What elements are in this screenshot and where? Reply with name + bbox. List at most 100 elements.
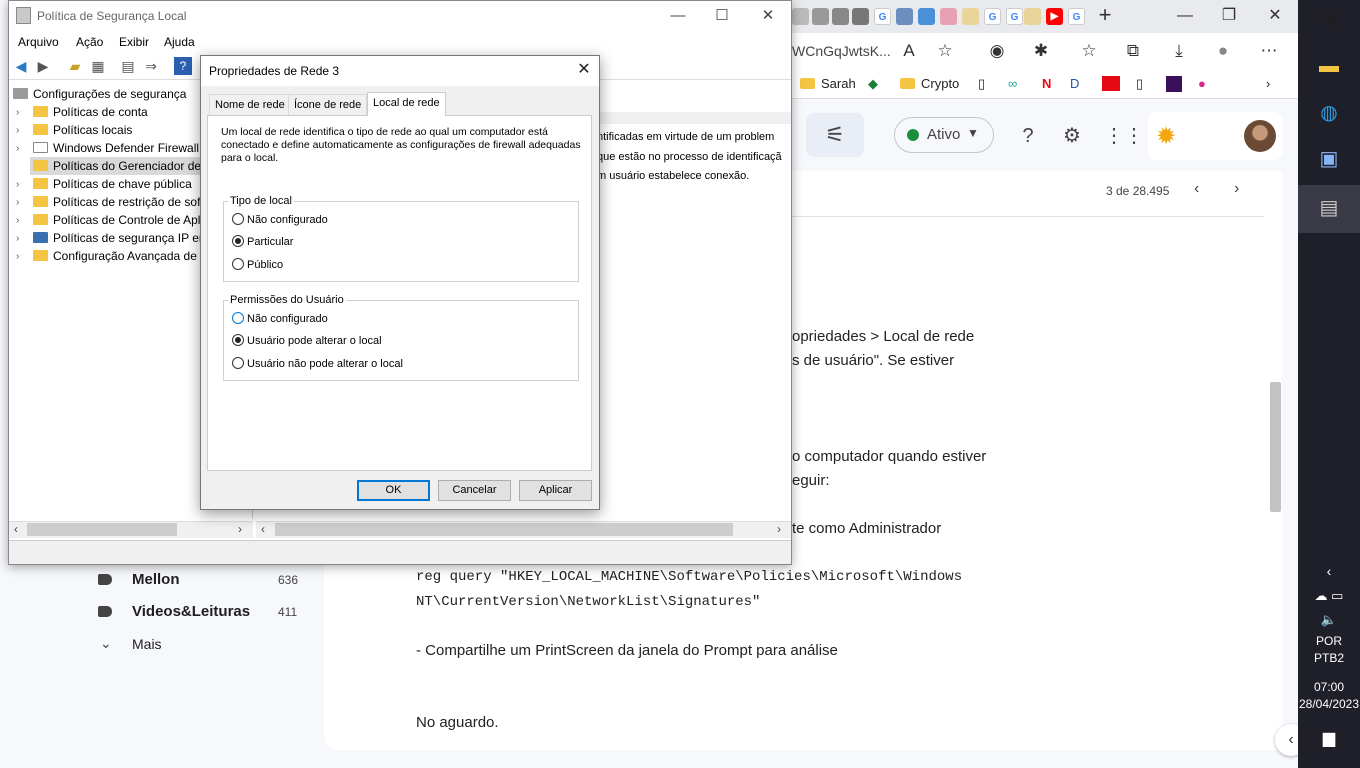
netflix-icon[interactable]: N: [1042, 76, 1051, 91]
tab-favicon-icon[interactable]: [896, 8, 913, 25]
help-icon[interactable]: ?: [174, 57, 192, 75]
radio-perm-nao-configurado[interactable]: Não configurado: [232, 312, 328, 328]
scroll-right-icon[interactable]: ›: [777, 522, 781, 536]
search-filters-button[interactable]: ⚟: [806, 113, 864, 157]
tab-favicon-icon[interactable]: [792, 8, 809, 25]
more-labels-link[interactable]: Mais: [132, 636, 162, 652]
tab-icone-de-rede[interactable]: Ícone de rede: [288, 94, 368, 115]
radio-button-selected[interactable]: [232, 334, 244, 346]
scrollbar-thumb[interactable]: [275, 523, 733, 536]
profile-icon[interactable]: ●: [1212, 40, 1234, 62]
tab-favicon-icon[interactable]: [812, 8, 829, 25]
security-policy-icon[interactable]: ▤: [1313, 192, 1345, 224]
chevron-right-icon[interactable]: ›: [1234, 180, 1239, 198]
status-label[interactable]: Ativo: [927, 126, 960, 143]
avatar[interactable]: [1244, 120, 1276, 152]
tab-favicon-icon[interactable]: [1024, 8, 1041, 25]
expand-chevron-icon[interactable]: ›: [16, 233, 19, 244]
more-menu-icon[interactable]: ⋯: [1258, 40, 1280, 62]
clock-time[interactable]: 07:00: [1298, 680, 1360, 694]
menu-ajuda[interactable]: Ajuda: [164, 35, 195, 49]
help-icon[interactable]: ?: [1016, 124, 1040, 148]
bookmark-sarah[interactable]: Sarah: [800, 76, 856, 91]
radio-nao-configurado[interactable]: Não configurado: [232, 213, 328, 229]
favorite-add-icon[interactable]: ☆: [934, 40, 956, 62]
menu-exibir[interactable]: Exibir: [119, 35, 149, 49]
apply-button[interactable]: Aplicar: [519, 480, 592, 501]
tree-root[interactable]: Configurações de segurança: [13, 87, 231, 105]
bookmark-icon[interactable]: [1166, 76, 1182, 92]
expand-chevron-icon[interactable]: ›: [16, 215, 19, 226]
radio-publico[interactable]: Público: [232, 258, 283, 274]
expand-chevron-icon[interactable]: ›: [16, 179, 19, 190]
radio-button[interactable]: [232, 213, 244, 225]
file-explorer-icon[interactable]: ▬: [1313, 50, 1345, 82]
expand-chevron-icon[interactable]: ›: [16, 107, 19, 118]
new-tab-button[interactable]: +: [1094, 4, 1116, 28]
bookmark-icon[interactable]: [1102, 76, 1120, 91]
tab-favicon-icon[interactable]: [940, 8, 957, 25]
tab-local-de-rede[interactable]: Local de rede: [367, 92, 446, 116]
google-icon[interactable]: G: [1068, 8, 1085, 25]
radio-button-selected[interactable]: [232, 235, 244, 247]
menu-arquivo[interactable]: Arquivo: [18, 35, 59, 49]
tab-favicon-icon[interactable]: [832, 8, 849, 25]
restore-icon[interactable]: ❐: [1214, 6, 1244, 26]
cancel-button[interactable]: Cancelar: [438, 480, 511, 501]
scroll-right-icon[interactable]: ›: [238, 522, 242, 536]
bookmark-icon[interactable]: ◆: [868, 76, 878, 92]
scrollbar-thumb[interactable]: [27, 523, 177, 536]
tab-favicon-icon[interactable]: [962, 8, 979, 25]
disney-icon[interactable]: D: [1070, 76, 1079, 91]
bookmark-icon[interactable]: ●: [1198, 76, 1206, 91]
expand-chevron-icon[interactable]: ›: [16, 251, 19, 262]
close-icon[interactable]: ✕: [570, 58, 598, 82]
page-icon[interactable]: ▯: [1136, 76, 1143, 92]
edge-icon[interactable]: ◍: [1313, 97, 1345, 129]
minimize-icon[interactable]: —: [662, 4, 694, 28]
tab-favicon-icon[interactable]: [852, 8, 869, 25]
read-aloud-icon[interactable]: A: [898, 40, 920, 62]
menu-acao[interactable]: Ação: [76, 35, 103, 49]
vertical-scrollbar[interactable]: [1270, 382, 1281, 512]
clock-date[interactable]: 28/04/2023: [1298, 697, 1360, 711]
label-videos-leituras[interactable]: Videos&Leituras: [132, 603, 250, 620]
chevron-right-icon[interactable]: ›: [1266, 76, 1270, 91]
language-code[interactable]: POR: [1298, 634, 1360, 648]
apps-grid-icon[interactable]: ⋮⋮: [1104, 124, 1144, 148]
favorites-icon[interactable]: ☆: [1078, 40, 1100, 62]
puzzle-icon[interactable]: ✱: [1030, 40, 1052, 62]
up-folder-icon[interactable]: ▰: [66, 57, 84, 75]
radio-button[interactable]: [232, 357, 244, 369]
onedrive-network-icon[interactable]: ☁ ▭: [1298, 588, 1360, 604]
youtube-icon[interactable]: ▶: [1046, 8, 1063, 25]
label-mellon[interactable]: Mellon: [132, 571, 180, 588]
minimize-icon[interactable]: —: [1170, 6, 1200, 26]
google-icon[interactable]: G: [984, 8, 1001, 25]
close-icon[interactable]: ✕: [752, 4, 784, 28]
radio-usuario-pode-alterar[interactable]: Usuário pode alterar o local: [232, 334, 382, 350]
keyboard-layout[interactable]: PTB2: [1298, 651, 1360, 665]
caret-down-icon[interactable]: ▼: [967, 126, 979, 140]
downloads-icon[interactable]: ⤓: [1168, 40, 1190, 62]
extension-icon[interactable]: ◉: [986, 40, 1008, 62]
close-icon[interactable]: ✕: [1260, 6, 1290, 26]
radio-button[interactable]: [232, 258, 244, 270]
bookmark-icon[interactable]: ∞: [1008, 76, 1017, 91]
start-icon[interactable]: ⊞: [1313, 4, 1345, 36]
tab-favicon-icon[interactable]: [918, 8, 935, 25]
ok-button[interactable]: OK: [357, 480, 430, 501]
back-icon[interactable]: ◀: [12, 57, 30, 75]
expand-chevron-icon[interactable]: ›: [16, 143, 19, 154]
remote-desktop-icon[interactable]: ▣: [1313, 143, 1345, 175]
maximize-icon[interactable]: ☐: [706, 4, 738, 28]
page-icon[interactable]: ▯: [978, 76, 985, 92]
bookmark-crypto[interactable]: Crypto: [900, 76, 959, 91]
expand-chevron-icon[interactable]: ›: [16, 125, 19, 136]
export-list-icon[interactable]: ⇒: [142, 57, 160, 75]
radio-usuario-nao-pode-alterar[interactable]: Usuário não pode alterar o local: [232, 357, 403, 373]
notifications-icon[interactable]: ▆: [1298, 728, 1360, 748]
scroll-left-icon[interactable]: ‹: [14, 522, 18, 536]
address-text[interactable]: WCnGqJwtsK...: [792, 43, 891, 59]
tab-nome-de-rede[interactable]: Nome de rede: [209, 94, 291, 115]
